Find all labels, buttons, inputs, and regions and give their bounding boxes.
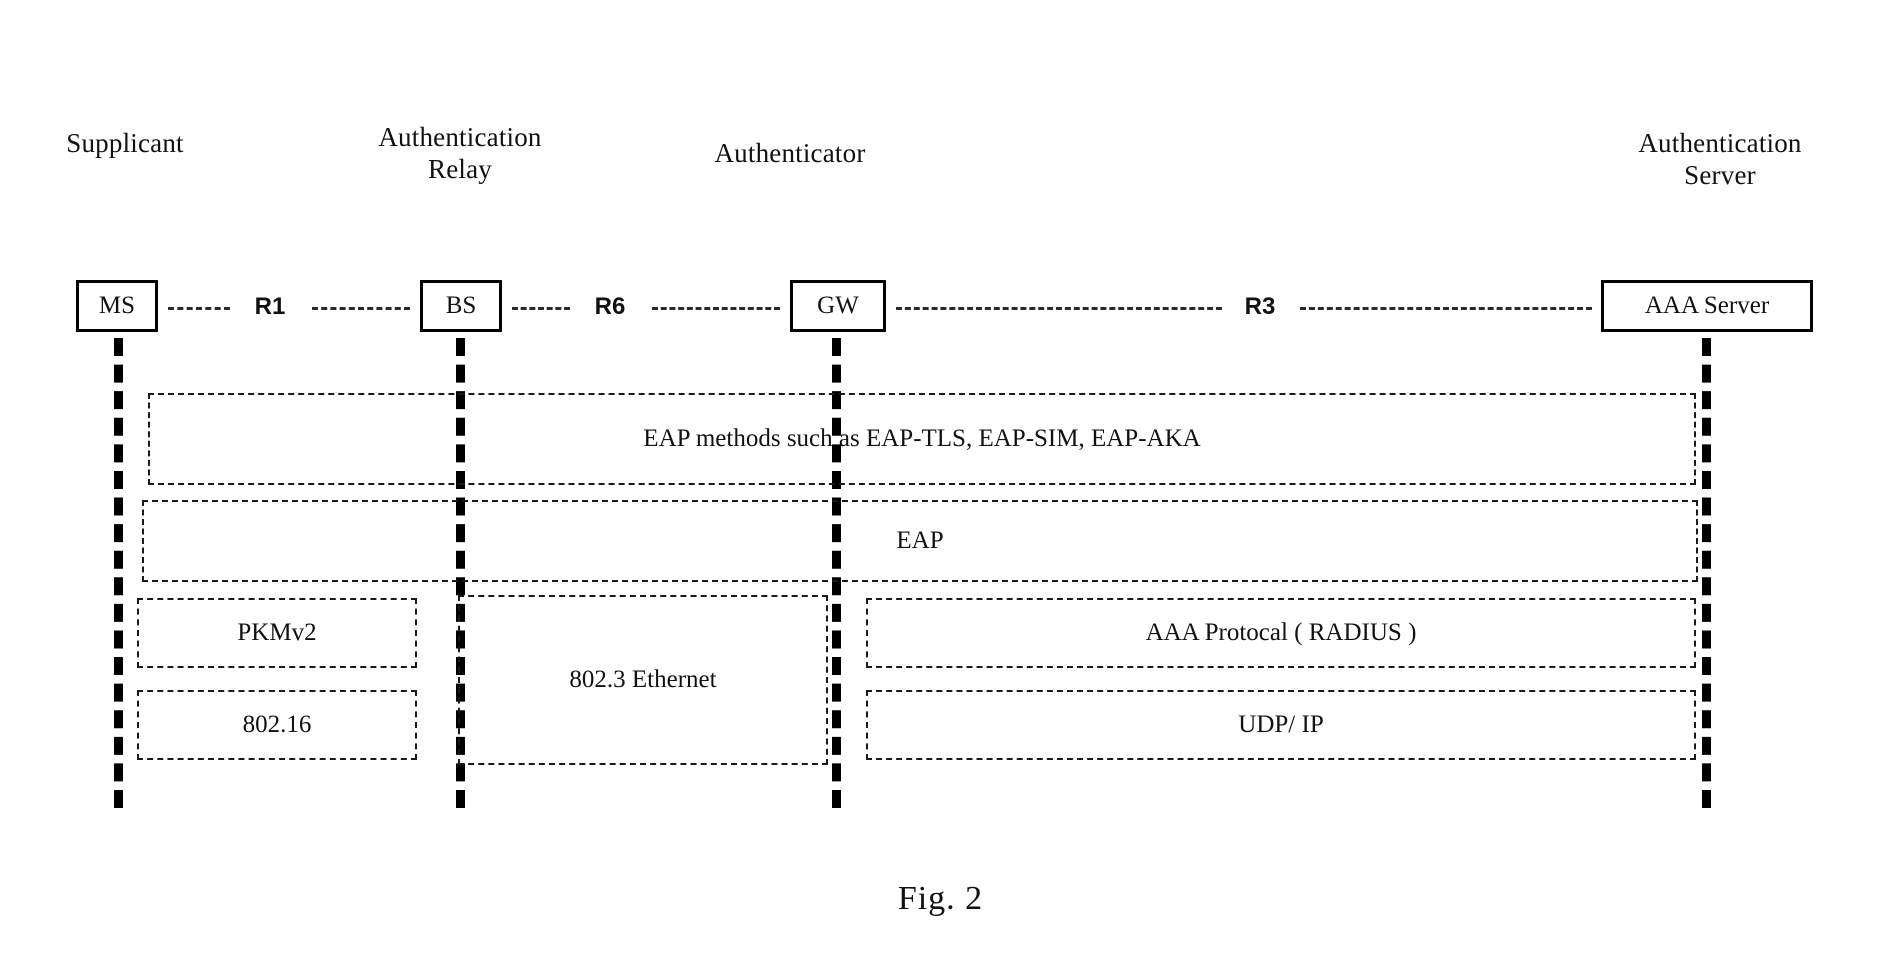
connector-r6-reference-point-seg-left: [512, 307, 570, 310]
connector-r6-reference-point-seg-right: [652, 307, 780, 310]
role-label-authentication-relay: Authentication Relay: [378, 122, 542, 184]
role-label-supplicant: Supplicant: [66, 128, 184, 158]
pkmv2-box: PKMv2: [137, 598, 417, 668]
role-label-authenticator: Authenticator: [714, 138, 866, 168]
lifeline-ms: [114, 338, 123, 808]
gw-node: GW: [790, 280, 886, 332]
r1-reference-point-label: R1: [254, 293, 286, 320]
aaa-server-node: AAA Server: [1601, 280, 1813, 332]
role-label-authentication-server: Authentication Server: [1638, 128, 1802, 190]
r6-reference-point-label: R6: [594, 293, 626, 320]
ethernet-box: 802.3 Ethernet: [458, 595, 828, 765]
patent-figure: Supplicant Authentication Relay Authentica…: [0, 0, 1881, 953]
udp-ip-box: UDP/ IP: [866, 690, 1696, 760]
connector-r1-reference-point-seg-right: [312, 307, 410, 310]
eap-band: EAP: [142, 500, 1698, 582]
connector-r1-reference-point-seg-left: [168, 307, 230, 310]
bs-node: BS: [420, 280, 502, 332]
lifeline-aaa-server: [1702, 338, 1711, 808]
figure-caption: Fig. 2: [897, 880, 984, 917]
r3-reference-point-label: R3: [1244, 293, 1276, 320]
eap-methods-band: EAP methods such as EAP-TLS, EAP-SIM, EA…: [148, 393, 1696, 485]
connector-r3-reference-point-seg-right: [1300, 307, 1592, 310]
aaa-protocol-box: AAA Protocal ( RADIUS ): [866, 598, 1696, 668]
ms-node: MS: [76, 280, 158, 332]
connector-r3-reference-point-seg-left: [896, 307, 1222, 310]
ieee-802-16-box: 802.16: [137, 690, 417, 760]
